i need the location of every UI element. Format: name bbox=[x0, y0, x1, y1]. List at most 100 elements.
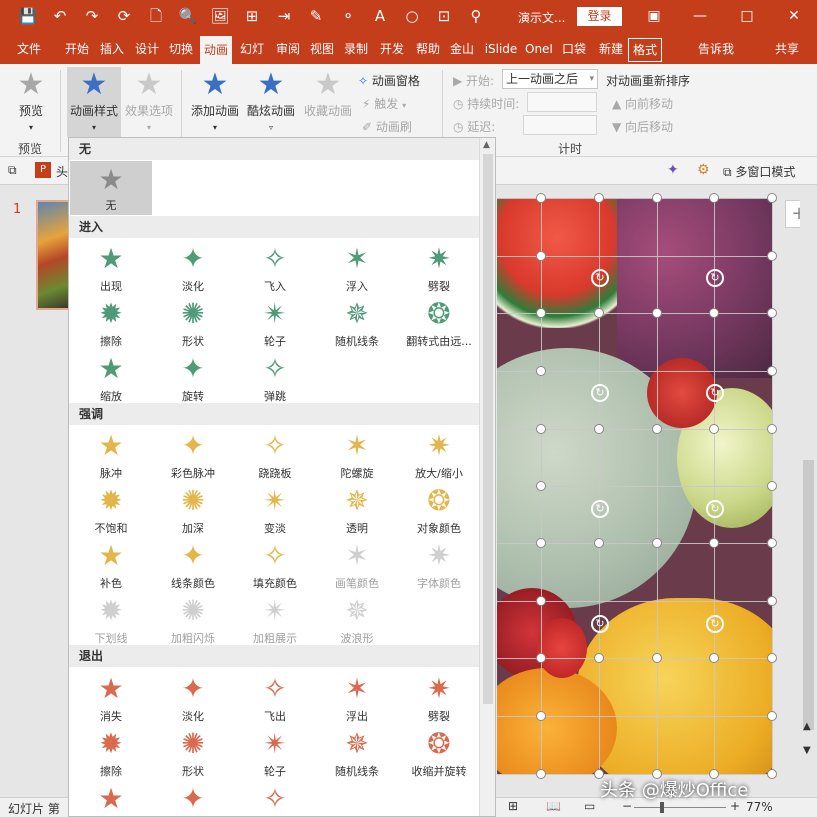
tab-8[interactable]: 视图 bbox=[306, 34, 338, 64]
tab-19[interactable]: 共享 bbox=[762, 34, 812, 64]
effect-exit-4[interactable]: ✷ 劈裂 bbox=[398, 668, 480, 724]
effect-emph-7[interactable]: ✴ 变淡 bbox=[234, 480, 316, 536]
rotate-handle-icon[interactable]: ↻ bbox=[706, 269, 724, 287]
animation-styles-button[interactable]: ★ 动画样式 ▾ bbox=[67, 67, 121, 137]
animation-painter-button[interactable]: ✐ 动画刷 bbox=[362, 118, 432, 135]
redo-icon[interactable]: ↷ bbox=[82, 6, 102, 26]
trigger-button[interactable]: ⚡ 触发 ▾ bbox=[362, 95, 432, 112]
repeat-icon[interactable]: ⟳ bbox=[114, 6, 134, 26]
effect-emph-10[interactable]: ★ 补色 bbox=[70, 535, 152, 591]
rotate-handle-icon[interactable]: ↻ bbox=[591, 615, 609, 633]
effect-exit-1[interactable]: ✦ 淡化 bbox=[152, 668, 234, 724]
resize-handle[interactable] bbox=[767, 193, 777, 203]
effect-exit-2[interactable]: ✧ 飞出 bbox=[234, 668, 316, 724]
effect-enter-8[interactable]: ✵ 随机线条 bbox=[316, 293, 398, 349]
chevron-up-icon[interactable]: ▲ bbox=[803, 721, 811, 732]
resize-handle[interactable] bbox=[594, 538, 604, 548]
resize-handle[interactable] bbox=[767, 424, 777, 434]
effect-emph-9[interactable]: ❂ 对象颜色 bbox=[398, 480, 480, 536]
slideshow-icon[interactable]: ▭ bbox=[584, 799, 595, 813]
effect-none[interactable]: ★ 无 bbox=[70, 161, 152, 215]
resize-handle[interactable] bbox=[767, 711, 777, 721]
resize-handle[interactable] bbox=[767, 538, 777, 548]
tab-18[interactable]: 告诉我 bbox=[694, 34, 738, 64]
rotate-handle-icon[interactable]: ↻ bbox=[591, 500, 609, 518]
resize-handle[interactable] bbox=[709, 424, 719, 434]
grid-icon[interactable]: ⊞ bbox=[242, 6, 262, 26]
tab-7[interactable]: 审阅 bbox=[272, 34, 304, 64]
tab-9[interactable]: 录制 bbox=[340, 34, 372, 64]
resize-handle[interactable] bbox=[767, 251, 777, 261]
tab-2[interactable]: 插入 bbox=[96, 34, 128, 64]
resize-handle[interactable] bbox=[594, 653, 604, 663]
picture-icon[interactable]: 🖼 bbox=[210, 6, 230, 26]
zoom-slider-thumb[interactable] bbox=[660, 802, 664, 813]
slide-thumbnail[interactable] bbox=[36, 200, 70, 310]
effect-exit-12[interactable]: ✧弹跳 bbox=[234, 778, 316, 816]
resize-handle[interactable] bbox=[536, 711, 546, 721]
effect-exit-3[interactable]: ✶ 浮出 bbox=[316, 668, 398, 724]
multi-window-button[interactable]: ⧉ 多窗口模式 bbox=[723, 163, 795, 180]
resize-handle[interactable] bbox=[536, 366, 546, 376]
effect-options-button[interactable]: ★ 效果选项 ▾ bbox=[122, 70, 176, 133]
chevron-down-icon[interactable]: ▼ bbox=[803, 745, 811, 756]
resize-handle[interactable] bbox=[709, 538, 719, 548]
resize-handle[interactable] bbox=[709, 193, 719, 203]
resize-handle[interactable] bbox=[767, 653, 777, 663]
rotate-handle-icon[interactable]: ↻ bbox=[706, 384, 724, 402]
effect-emph-4[interactable]: ✷ 放大/缩小 bbox=[398, 425, 480, 481]
effect-exit-5[interactable]: ✹ 擦除 bbox=[70, 723, 152, 779]
effect-enter-3[interactable]: ✶ 浮入 bbox=[316, 238, 398, 294]
effect-exit-7[interactable]: ✴ 轮子 bbox=[234, 723, 316, 779]
effect-enter-1[interactable]: ✦ 淡化 bbox=[152, 238, 234, 294]
font-color-icon[interactable]: A bbox=[370, 6, 390, 26]
chevron-up-icon[interactable]: ▲ bbox=[483, 140, 490, 150]
tab-14[interactable]: OneI bbox=[520, 34, 558, 64]
resize-handle[interactable] bbox=[767, 769, 777, 779]
shape-icon[interactable]: ○ bbox=[402, 6, 422, 26]
undo-icon[interactable]: ↶ bbox=[50, 6, 70, 26]
effect-emph-12[interactable]: ✧ 填充颜色 bbox=[234, 535, 316, 591]
effect-enter-7[interactable]: ✴ 轮子 bbox=[234, 293, 316, 349]
rotate-handle-icon[interactable]: ↻ bbox=[706, 500, 724, 518]
rotate-handle-icon[interactable]: ↻ bbox=[591, 269, 609, 287]
effect-enter-2[interactable]: ✧ 飞入 bbox=[234, 238, 316, 294]
sparkle-icon[interactable]: ✦ bbox=[667, 162, 679, 178]
animation-pane-button[interactable]: ✧ 动画窗格 bbox=[358, 72, 438, 89]
resize-handle[interactable] bbox=[652, 538, 662, 548]
search-icon[interactable]: 🔍 bbox=[178, 6, 198, 26]
zoom-slider[interactable] bbox=[634, 807, 726, 808]
effect-emph-3[interactable]: ✶ 陀螺旋 bbox=[316, 425, 398, 481]
align-icon[interactable]: ⇥ bbox=[274, 6, 294, 26]
dropdown-scrollbar[interactable]: ▲ bbox=[479, 138, 495, 816]
zoom-level[interactable]: 77% bbox=[746, 800, 773, 814]
move-later-button[interactable]: ▼ 向后移动 bbox=[612, 118, 673, 135]
resize-handle[interactable] bbox=[536, 193, 546, 203]
resize-handle[interactable] bbox=[536, 653, 546, 663]
resize-handle[interactable] bbox=[767, 308, 777, 318]
effect-enter-9[interactable]: ❂ 翻转式由远... bbox=[398, 293, 480, 349]
scroll-thumb[interactable] bbox=[803, 460, 814, 730]
resize-handle[interactable] bbox=[652, 193, 662, 203]
tab-13[interactable]: iSlide bbox=[482, 34, 520, 64]
minimize-button[interactable]: — bbox=[688, 5, 712, 27]
tab-3[interactable]: 设计 bbox=[132, 34, 162, 64]
effect-emph-5[interactable]: ✹ 不饱和 bbox=[70, 480, 152, 536]
delay-input[interactable] bbox=[523, 115, 597, 135]
effect-exit-8[interactable]: ✵ 随机线条 bbox=[316, 723, 398, 779]
scroll-thumb[interactable] bbox=[483, 154, 493, 704]
outline-icon[interactable]: ⧉ bbox=[8, 163, 17, 178]
start-select[interactable]: 上一动画之后 ▾ bbox=[502, 69, 598, 89]
effect-exit-9[interactable]: ❂ 收缩并旋转 bbox=[398, 723, 480, 779]
resize-handle[interactable] bbox=[652, 424, 662, 434]
effect-exit-11[interactable]: ✦旋转 bbox=[152, 778, 234, 816]
tab-10[interactable]: 开发 bbox=[376, 34, 408, 64]
resize-handle[interactable] bbox=[536, 538, 546, 548]
effect-enter-12[interactable]: ✧ 弹跳 bbox=[234, 348, 316, 404]
resize-handle[interactable] bbox=[767, 366, 777, 376]
resize-handle[interactable] bbox=[767, 596, 777, 606]
crop-icon[interactable]: ⊡ bbox=[434, 6, 454, 26]
tab-6[interactable]: 幻灯 bbox=[236, 34, 268, 64]
move-earlier-button[interactable]: ▲ 向前移动 bbox=[612, 95, 673, 112]
resize-handle[interactable] bbox=[709, 308, 719, 318]
